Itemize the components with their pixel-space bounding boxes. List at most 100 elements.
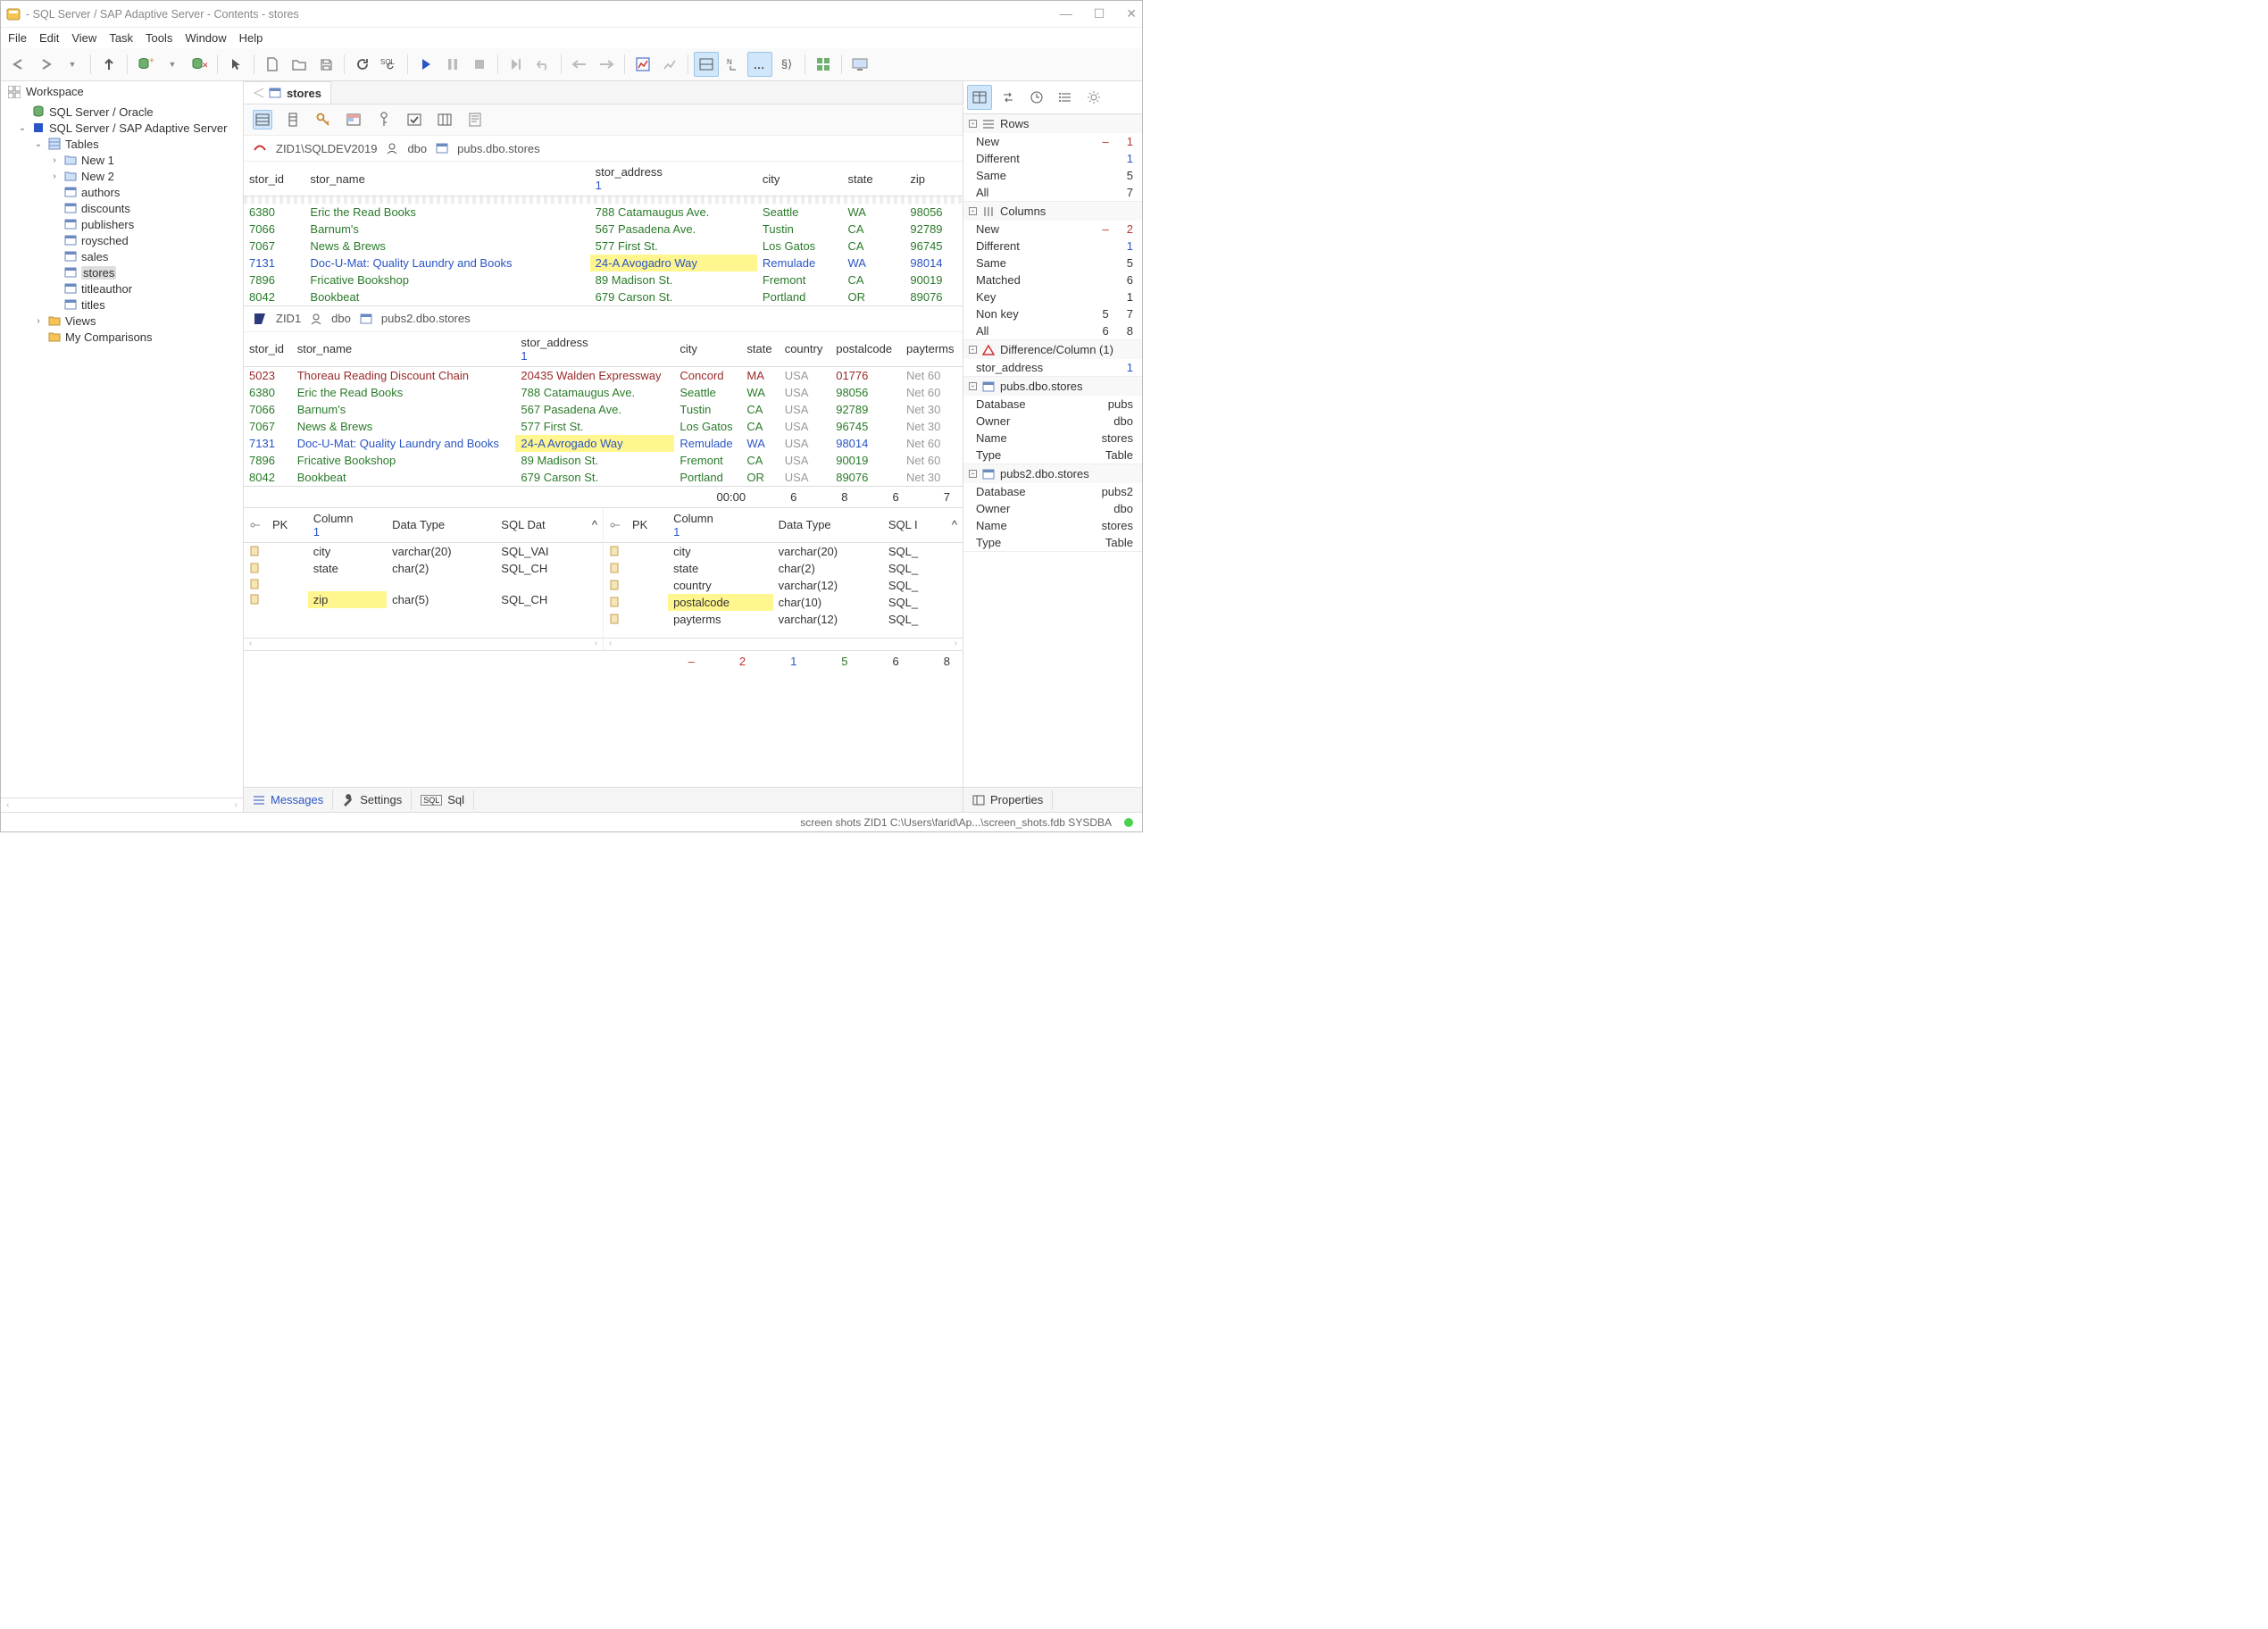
tree-table-titleauthor[interactable]: titleauthor (49, 280, 243, 297)
table-row[interactable]: 7131Doc-U-Mat: Quality Laundry and Books… (244, 255, 963, 272)
key-button[interactable] (313, 110, 333, 129)
forward-button[interactable] (33, 52, 58, 77)
maximize-button[interactable]: ☐ (1094, 6, 1105, 21)
rp-list-button[interactable] (1053, 85, 1078, 110)
tree-folder-new2[interactable]: ›New 2 (49, 168, 243, 184)
column-header[interactable]: PK (627, 508, 668, 543)
column-header[interactable]: stor_address1 (515, 332, 674, 367)
tree-table-publishers[interactable]: publishers (49, 216, 243, 232)
open-folder-button[interactable] (287, 52, 312, 77)
column-header[interactable]: zip (905, 162, 963, 196)
tree-table-stores[interactable]: stores (49, 264, 243, 280)
tree-table-authors[interactable]: authors (49, 184, 243, 200)
split-horizontal-button[interactable] (694, 52, 719, 77)
column-header[interactable]: state (842, 162, 890, 196)
workspace-scrollbar[interactable]: ‹› (1, 798, 243, 812)
tree-table-titles[interactable]: titles (49, 297, 243, 313)
grid-color-button[interactable] (344, 110, 363, 129)
column-header[interactable]: stor_name (304, 162, 589, 196)
section-header[interactable]: -Rows (963, 114, 1142, 133)
tree-folder-new1[interactable]: ›New 1 (49, 152, 243, 168)
up-button[interactable] (96, 52, 121, 77)
rp-transfer-button[interactable] (996, 85, 1021, 110)
column-header[interactable]: stor_id (244, 162, 304, 196)
rp-clock-button[interactable] (1024, 85, 1049, 110)
tree-table-discounts[interactable]: discounts (49, 200, 243, 216)
table-row[interactable]: statechar(2)SQL_CH (244, 560, 603, 577)
tab-stores[interactable]: stores (244, 81, 331, 104)
menu-help[interactable]: Help (239, 31, 263, 45)
menu-task[interactable]: Task (109, 31, 133, 45)
rp-gear-button[interactable] (1081, 85, 1106, 110)
table-row[interactable]: 7896Fricative Bookshop89 Madison St.Frem… (244, 272, 963, 288)
column-header[interactable]: SQL Dat (496, 508, 587, 543)
table-row[interactable]: 7896Fricative Bookshop89 Madison St.Frem… (244, 452, 963, 469)
script-button[interactable] (465, 110, 485, 129)
tree-table-roysched[interactable]: roysched (49, 232, 243, 248)
trend-button[interactable] (657, 52, 682, 77)
tab-messages[interactable]: Messages (244, 789, 333, 810)
pause-button[interactable] (440, 52, 465, 77)
column-header[interactable]: PK (267, 508, 308, 543)
table-row[interactable]: 8042Bookbeat679 Carson St.PortlandORUSA8… (244, 469, 963, 486)
tree-table-sales[interactable]: sales (49, 248, 243, 264)
tree-indent-button[interactable]: N (721, 52, 746, 77)
schema2-scrollbar[interactable]: ‹› (604, 638, 963, 650)
menu-view[interactable]: View (71, 31, 96, 45)
pointer-button[interactable] (223, 52, 248, 77)
tree-tables[interactable]: ⌄ Tables (33, 136, 243, 152)
section-button[interactable]: §⟩ (774, 52, 799, 77)
view-rows-button[interactable] (253, 110, 272, 129)
new-file-button[interactable] (260, 52, 285, 77)
forward-dropdown[interactable]: ▼ (60, 52, 85, 77)
section-header[interactable]: -pubs2.dbo.stores (963, 464, 1142, 483)
check-button[interactable] (404, 110, 424, 129)
tab-sql[interactable]: SQL Sql (412, 789, 474, 810)
table-row[interactable]: cityvarchar(20)SQL_ (604, 542, 963, 560)
table-row[interactable]: cityvarchar(20)SQL_VAI (244, 542, 603, 560)
section-header[interactable]: -pubs.dbo.stores (963, 377, 1142, 396)
column-header[interactable]: city (674, 332, 741, 367)
chart-button[interactable] (630, 52, 655, 77)
monitor-button[interactable] (847, 52, 872, 77)
menu-file[interactable]: File (8, 31, 27, 45)
undo-button[interactable] (530, 52, 555, 77)
menu-edit[interactable]: Edit (39, 31, 59, 45)
column-header[interactable]: country (780, 332, 831, 367)
grid4-button[interactable] (811, 52, 836, 77)
minimize-button[interactable]: — (1060, 6, 1072, 21)
table-row[interactable]: zipchar(5)SQL_CH (244, 591, 603, 608)
table-row[interactable]: 7131Doc-U-Mat: Quality Laundry and Books… (244, 435, 963, 452)
db-remove-button[interactable]: ✕ (187, 52, 212, 77)
column-header[interactable] (890, 162, 905, 196)
schema-grid-2[interactable]: PKColumn1Data TypeSQL I^cityvarchar(20)S… (604, 508, 963, 628)
sql-refresh-button[interactable]: SQL (377, 52, 402, 77)
column-header[interactable]: SQL I (883, 508, 946, 543)
stop-button[interactable] (467, 52, 492, 77)
tree-mycomparisons[interactable]: My Comparisons (33, 329, 243, 345)
table-row[interactable]: postalcodechar(10)SQL_ (604, 594, 963, 611)
menu-window[interactable]: Window (185, 31, 226, 45)
section-header[interactable]: -Columns (963, 202, 1142, 221)
workspace-tree[interactable]: SQL Server / Oracle ⌄ SQL Server / SAP A… (1, 102, 243, 798)
tab-settings[interactable]: Settings (333, 789, 412, 810)
tab-properties[interactable]: Properties (963, 789, 1053, 810)
table-columns-button[interactable] (435, 110, 454, 129)
column-header[interactable]: Data Type (773, 508, 883, 543)
table-row[interactable]: 5023Thoreau Reading Discount Chain20435 … (244, 366, 963, 384)
table-row[interactable]: 7067News & Brews577 First St.Los GatosCA… (244, 418, 963, 435)
column-header[interactable]: Column1 (668, 508, 773, 543)
tree-views[interactable]: ›Views (33, 313, 243, 329)
data-grid-source1[interactable]: stor_idstor_namestor_address1citystatezi… (244, 162, 963, 305)
key2-button[interactable] (374, 110, 394, 129)
more-button[interactable]: … (747, 52, 772, 77)
table-row[interactable]: paytermsvarchar(12)SQL_ (604, 611, 963, 628)
rp-grid-button[interactable] (967, 85, 992, 110)
column-header[interactable]: state (741, 332, 779, 367)
step-button[interactable] (504, 52, 529, 77)
table-row[interactable]: 8042Bookbeat679 Carson St.PortlandOR8907… (244, 288, 963, 305)
column-header[interactable]: Data Type (387, 508, 496, 543)
column-header[interactable]: payterms (901, 332, 963, 367)
schema-grid-1[interactable]: PKColumn1Data TypeSQL Dat^cityvarchar(20… (244, 508, 603, 608)
view-column-button[interactable] (283, 110, 303, 129)
